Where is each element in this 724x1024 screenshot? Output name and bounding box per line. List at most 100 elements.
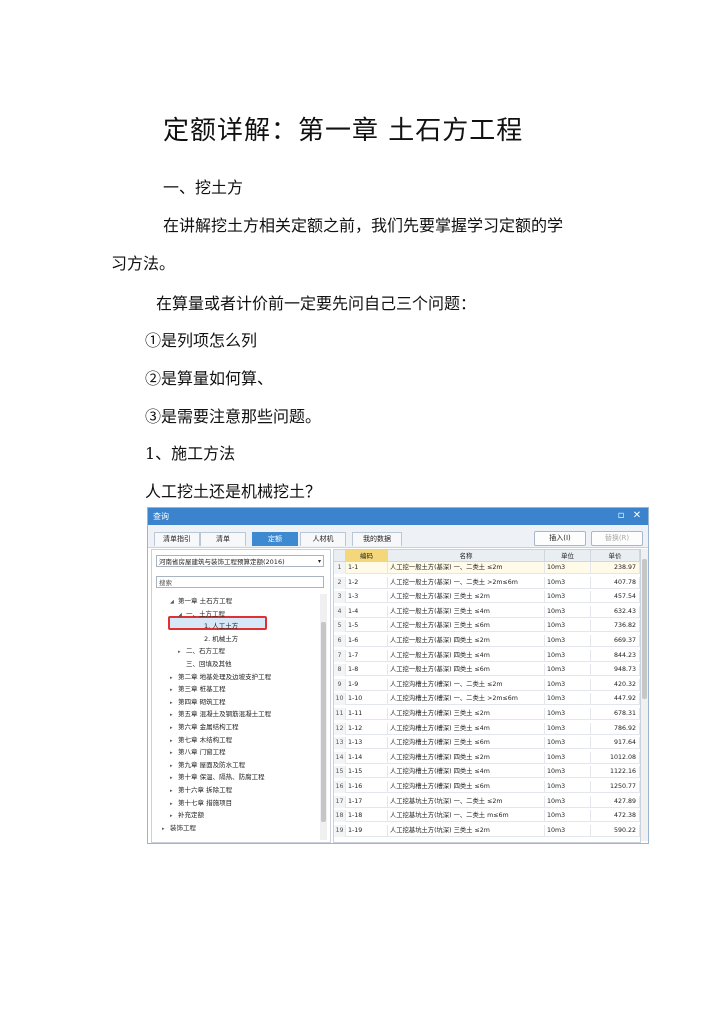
cell-name: 人工挖一般土方(基深) 一、二类土 ≤2m (388, 562, 545, 574)
cell-name: 人工挖一般土方(基深) 一、二类土 >2m≤6m (388, 576, 545, 589)
tree-node[interactable]: ▸ 第十七章 措施项目 (170, 797, 232, 807)
window-titlebar: 查询 ▫ ✕ (148, 508, 648, 525)
collapse-arrow-icon[interactable]: ▸ (170, 675, 178, 681)
expand-arrow-icon[interactable]: ◢ (170, 599, 178, 605)
tree-node[interactable]: ▸ 第四章 砌筑工程 (170, 696, 226, 706)
insert-button[interactable]: 插入(I) (534, 531, 586, 546)
column-header-code[interactable]: 编码 (346, 550, 388, 562)
collapse-arrow-icon[interactable]: ▸ (170, 788, 178, 794)
maximize-icon[interactable]: ▫ (614, 509, 628, 523)
cell-price: 948.73 (591, 664, 640, 677)
cell-price: 844.23 (591, 649, 640, 662)
table-row[interactable]: 10 1-10 人工挖沟槽土方(槽深) 一、二类土 >2m≤6m 10m3 447.92 (334, 693, 640, 706)
column-header-name[interactable]: 名称 (388, 550, 545, 562)
table-row[interactable]: 13 1-13 人工挖沟槽土方(槽深) 三类土 ≤6m 10m3 917.64 (334, 737, 640, 750)
close-icon[interactable]: ✕ (630, 509, 644, 523)
table-row[interactable]: 14 1-14 人工挖沟槽土方(槽深) 四类土 ≤2m 10m3 1012.08 (334, 751, 640, 764)
column-header-unit[interactable]: 单位 (545, 550, 591, 562)
cell-unit: 10m3 (545, 576, 591, 589)
table-row[interactable]: 4 1-4 人工挖一般土方(基深) 三类土 ≤4m 10m3 632.43 (334, 605, 640, 618)
cell-name: 人工挖一般土方(基深) 四类土 ≤6m (388, 664, 545, 677)
paragraph: 在算量或者计价前一定要先问自己三个问题： (156, 294, 477, 313)
cell-code: 1-10 (346, 693, 388, 706)
tab-list-guide[interactable]: 清单指引 (154, 532, 200, 546)
tree-node[interactable]: ▸ 第十章 保温、隔热、防腐工程 (170, 771, 265, 781)
collapse-arrow-icon[interactable]: ▸ (162, 826, 170, 832)
collapse-arrow-icon[interactable]: ▸ (170, 801, 178, 807)
expand-arrow-icon[interactable]: ◢ (178, 612, 186, 618)
cell-code: 1-6 (346, 635, 388, 647)
tab-materials[interactable]: 人材机 (300, 532, 346, 546)
cell-unit: 10m3 (545, 620, 591, 633)
row-number: 5 (334, 620, 346, 633)
cell-unit: 10m3 (545, 737, 591, 750)
tree-scrollbar[interactable] (320, 594, 327, 840)
tree-node[interactable]: ▸ 第五章 混凝土及钢筋混凝土工程 (170, 708, 271, 718)
tree-node[interactable]: ▸ 第九章 屋面及防水工程 (170, 759, 245, 769)
quota-library-value: 河南省房屋建筑与装饰工程预算定额(2016) (159, 558, 285, 566)
collapse-arrow-icon[interactable]: ▸ (170, 813, 178, 819)
cell-code: 1-19 (346, 824, 388, 837)
collapse-arrow-icon[interactable]: ▸ (170, 738, 178, 744)
tree-node[interactable]: ▸ 第十六章 拆除工程 (170, 784, 232, 794)
tree-node[interactable]: 三、回填及其他 (178, 658, 232, 668)
collapse-arrow-icon[interactable]: ▸ (170, 725, 178, 731)
row-number: 9 (334, 678, 346, 691)
scroll-thumb[interactable] (321, 622, 326, 822)
collapse-arrow-icon[interactable]: ▸ (170, 763, 178, 769)
table-row[interactable]: 1 1-1 人工挖一般土方(基深) 一、二类土 ≤2m 10m3 238.97 (334, 562, 640, 574)
table-row[interactable]: 19 1-19 人工挖基坑土方(坑深) 三类土 ≤2m 10m3 590.22 (334, 824, 640, 837)
tree-node[interactable]: 2. 机械土方 (196, 633, 238, 643)
table-scrollbar[interactable] (641, 549, 648, 841)
table-row[interactable]: 7 1-7 人工挖一般土方(基深) 四类土 ≤4m 10m3 844.23 (334, 649, 640, 662)
tree-node[interactable]: ▸ 第八章 门窗工程 (170, 746, 226, 756)
row-number: 13 (334, 737, 346, 750)
cell-name: 人工挖沟槽土方(槽深) 三类土 ≤2m (388, 708, 545, 720)
tree-node[interactable]: ▸ 第二章 地基处理及边坡支护工程 (170, 671, 271, 681)
table-row[interactable]: 5 1-5 人工挖一般土方(基深) 三类土 ≤6m 10m3 736.82 (334, 620, 640, 633)
cell-name: 人工挖沟槽土方(槽深) 四类土 ≤2m (388, 751, 545, 764)
table-row[interactable]: 6 1-6 人工挖一般土方(基深) 四类土 ≤2m 10m3 669.37 (334, 635, 640, 647)
tree-node[interactable]: ▸ 二、石方工程 (178, 645, 225, 655)
row-number: 1 (334, 562, 346, 574)
cell-price: 407.78 (591, 576, 640, 589)
search-input[interactable]: 搜索 (156, 576, 324, 588)
table-row[interactable]: 2 1-2 人工挖一般土方(基深) 一、二类土 >2m≤6m 10m3 407.78 (334, 576, 640, 589)
tree-node[interactable]: ▸ 第三章 桩基工程 (170, 683, 226, 693)
tab-quota[interactable]: 定额 (252, 532, 298, 546)
quota-library-select[interactable]: 河南省房屋建筑与装饰工程预算定额(2016) ▾ (156, 555, 324, 567)
tab-my-data[interactable]: 我的数据 (352, 532, 402, 546)
tree-node[interactable]: ▸ 第七章 木结构工程 (170, 734, 232, 744)
collapse-arrow-icon[interactable]: ▸ (170, 700, 178, 706)
tree-node[interactable]: ◢ 一、土方工程 (178, 608, 225, 618)
section-heading: 一、挖土方 (163, 178, 244, 197)
table-row[interactable]: 15 1-15 人工挖沟槽土方(槽深) 四类土 ≤4m 10m3 1122.16 (334, 766, 640, 779)
table-row[interactable]: 18 1-18 人工挖基坑土方(坑深) 一、二类土 m≤6m 10m3 472.38 (334, 810, 640, 823)
cell-price: 472.38 (591, 810, 640, 823)
table-row[interactable]: 9 1-9 人工挖沟槽土方(槽深) 一、二类土 ≤2m 10m3 420.32 (334, 678, 640, 691)
replace-button[interactable]: 替换(R) (591, 531, 643, 546)
tree-node-label: 第四章 砌筑工程 (178, 697, 226, 706)
tree-node[interactable]: ▸ 装饰工程 (162, 822, 196, 832)
collapse-arrow-icon[interactable]: ▸ (170, 712, 178, 718)
tree-node[interactable]: ▸ 补充定额 (170, 809, 204, 819)
collapse-arrow-icon[interactable]: ▸ (170, 775, 178, 781)
tree-node[interactable]: ◢ 第一章 土石方工程 (170, 595, 232, 605)
table-row[interactable]: 3 1-3 人工挖一般土方(基深) 三类土 ≤2m 10m3 457.54 (334, 591, 640, 604)
column-header-price[interactable]: 单价 (591, 550, 640, 562)
tree-node[interactable]: ▸ 第六章 金属结构工程 (170, 721, 239, 731)
table-row[interactable]: 8 1-8 人工挖一般土方(基深) 四类土 ≤6m 10m3 948.73 (334, 664, 640, 677)
table-row[interactable]: 11 1-11 人工挖沟槽土方(槽深) 三类土 ≤2m 10m3 678.31 (334, 708, 640, 720)
table-row[interactable]: 17 1-17 人工挖基坑土方(坑深) 一、二类土 ≤2m 10m3 427.89 (334, 795, 640, 808)
table-row[interactable]: 16 1-16 人工挖沟槽土方(槽深) 四类土 ≤6m 10m3 1250.77 (334, 781, 640, 793)
cell-name: 人工挖基坑土方(坑深) 一、二类土 m≤6m (388, 810, 545, 823)
tab-list[interactable]: 清单 (200, 532, 246, 546)
collapse-arrow-icon[interactable]: ▸ (170, 750, 178, 756)
cell-name: 人工挖沟槽土方(槽深) 一、二类土 >2m≤6m (388, 693, 545, 706)
collapse-arrow-icon[interactable]: ▸ (178, 649, 186, 655)
tree-node[interactable]: 1. 人工土方 (196, 620, 238, 630)
scroll-thumb[interactable] (642, 559, 647, 699)
table-row[interactable]: 12 1-12 人工挖沟槽土方(槽深) 三类土 ≤4m 10m3 786.92 (334, 722, 640, 735)
collapse-arrow-icon[interactable]: ▸ (170, 687, 178, 693)
cell-unit: 10m3 (545, 591, 591, 604)
